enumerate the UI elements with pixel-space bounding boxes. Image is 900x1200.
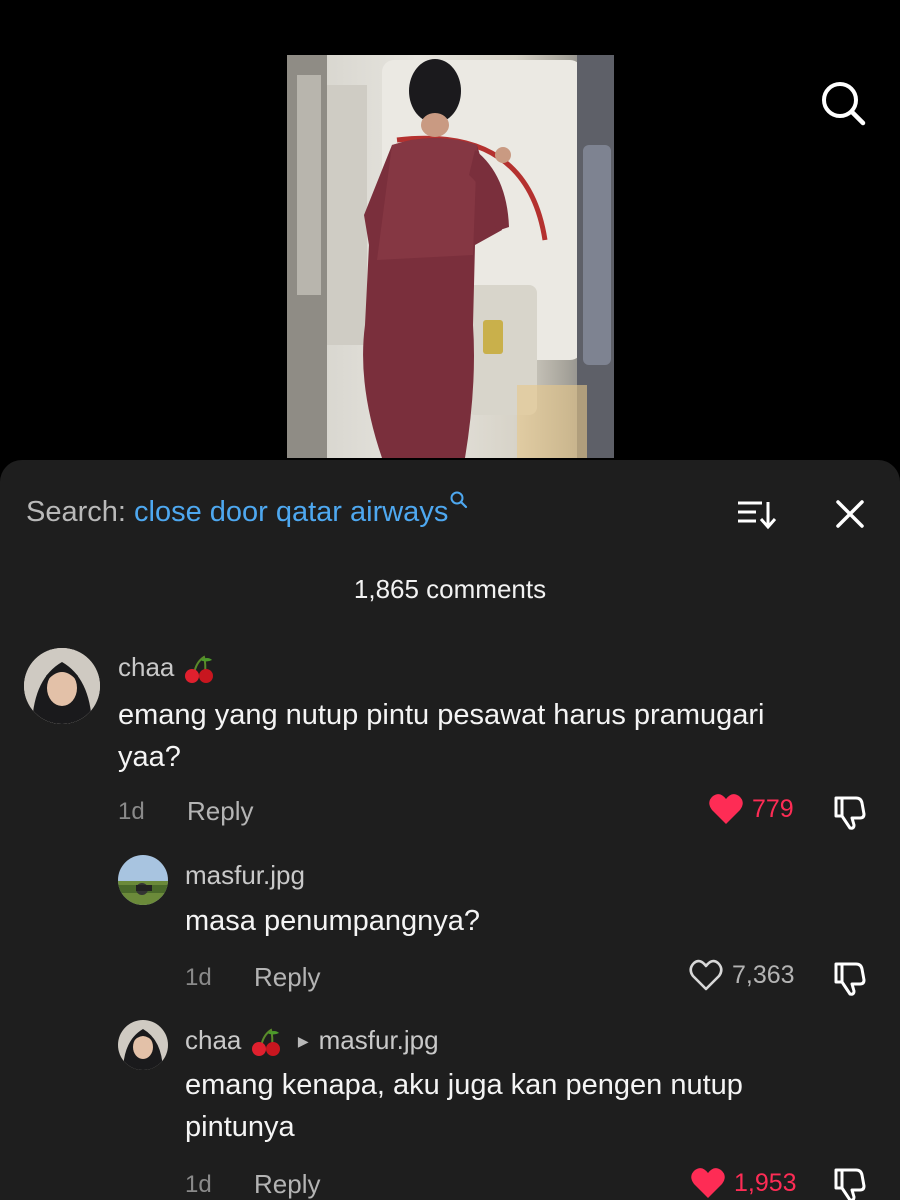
avatar-illustration xyxy=(24,648,100,724)
heart-outline-icon xyxy=(689,959,723,991)
comment-time: 1d xyxy=(185,964,212,991)
avatar[interactable] xyxy=(118,855,168,905)
comment-text-line: masa penumpangnya? xyxy=(185,905,481,937)
cherry-icon xyxy=(184,655,213,684)
heart-icon xyxy=(709,794,743,824)
comment-username[interactable]: masfur.jpg xyxy=(185,860,305,891)
close-button[interactable] xyxy=(828,492,872,536)
small-search-icon xyxy=(450,491,468,509)
like-count: 779 xyxy=(752,794,794,823)
dislike-button[interactable] xyxy=(830,794,868,835)
search-icon xyxy=(822,82,866,126)
username-text: chaa xyxy=(185,1025,242,1055)
dislike-button[interactable] xyxy=(830,960,868,1001)
search-prefix: Search: xyxy=(26,496,134,528)
comment-text-line: yaa? xyxy=(118,741,181,773)
reply-button[interactable]: Reply xyxy=(187,796,253,827)
comment-time: 1d xyxy=(185,1171,212,1198)
sheet-header: Search: close door qatar airways xyxy=(26,490,876,534)
sort-button[interactable] xyxy=(734,494,778,534)
reply-to-username[interactable]: masfur.jpg xyxy=(319,1025,439,1055)
search-suggestion[interactable]: Search: close door qatar airways xyxy=(26,491,469,529)
comment-text: emang yang nutup pintu pesawat harus pra… xyxy=(118,694,878,778)
like-button[interactable]: 779 xyxy=(708,792,794,826)
comment-text-line: pintunya xyxy=(185,1111,295,1143)
avatar-illustration xyxy=(118,855,168,905)
username-text: chaa xyxy=(118,652,175,682)
like-button[interactable]: 7,363 xyxy=(688,958,795,992)
thumbs-down-icon xyxy=(834,1168,866,1200)
heart-icon xyxy=(691,1168,725,1198)
comment-username[interactable]: chaa xyxy=(118,652,216,684)
dislike-button[interactable] xyxy=(830,1166,868,1200)
video-area xyxy=(0,0,900,470)
avatar[interactable] xyxy=(24,648,100,724)
avatar[interactable] xyxy=(118,1020,168,1070)
comment-text: emang kenapa, aku juga kan pengen nutup … xyxy=(185,1064,875,1148)
comment-text: masa penumpangnya? xyxy=(185,900,875,942)
cherry-icon xyxy=(251,1028,280,1057)
video-thumbnail[interactable] xyxy=(287,55,614,458)
sort-icon xyxy=(738,501,777,530)
comment-text-line: emang yang nutup pintu pesawat harus pra… xyxy=(118,699,765,731)
comment-username[interactable]: chaa ▶ masfur.jpg xyxy=(185,1025,439,1057)
comment-count: 1,865 comments xyxy=(353,574,547,604)
like-button[interactable]: 1,953 xyxy=(690,1166,797,1200)
search-button[interactable] xyxy=(818,78,868,128)
reply-button[interactable]: Reply xyxy=(254,1169,320,1200)
reply-arrow-icon: ▶ xyxy=(297,1033,309,1049)
comment-time: 1d xyxy=(118,798,145,825)
search-query-link[interactable]: close door qatar airways xyxy=(134,496,448,528)
avatar-illustration xyxy=(118,1020,168,1070)
reply-button[interactable]: Reply xyxy=(254,962,320,993)
close-icon xyxy=(836,500,864,528)
thumbs-down-icon xyxy=(834,796,866,830)
like-count: 7,363 xyxy=(732,960,795,989)
comment-text-line: emang kenapa, aku juga kan pengen nutup xyxy=(185,1069,743,1101)
like-count: 1,953 xyxy=(734,1168,797,1197)
thumbs-down-icon xyxy=(834,962,866,996)
video-frame-illustration xyxy=(287,55,614,458)
